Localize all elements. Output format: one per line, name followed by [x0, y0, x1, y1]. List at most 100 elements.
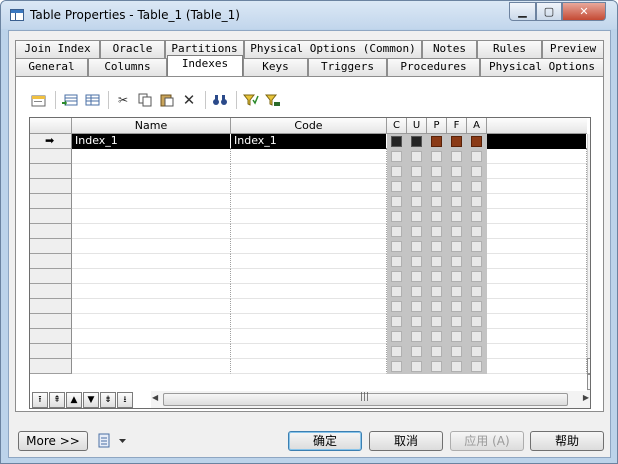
cell-name[interactable]: Index_1 — [72, 134, 231, 149]
checkbox-u[interactable] — [411, 331, 422, 342]
row-header[interactable] — [30, 299, 72, 314]
checkbox-u[interactable] — [411, 136, 422, 147]
row-header[interactable] — [30, 284, 72, 299]
checkbox-f[interactable] — [451, 316, 462, 327]
apply-button[interactable]: 应用 (A) — [450, 431, 524, 451]
checkbox-f[interactable] — [451, 346, 462, 357]
cell-name[interactable] — [72, 254, 231, 269]
cell-code[interactable] — [231, 299, 387, 314]
checkbox-u[interactable] — [411, 316, 422, 327]
row-header[interactable] — [30, 269, 72, 284]
row-header[interactable] — [30, 359, 72, 374]
cell-code[interactable] — [231, 269, 387, 284]
tab-preview[interactable]: Preview — [542, 40, 604, 58]
close-button[interactable]: ✕ — [562, 2, 606, 21]
cell-code[interactable] — [231, 224, 387, 239]
cell-code[interactable] — [231, 329, 387, 344]
cell-name[interactable] — [72, 239, 231, 254]
indexes-grid[interactable]: Name Code C U P F A ➡ Index_1Index_1 ▲ ≡ … — [29, 117, 591, 409]
checkbox-f[interactable] — [451, 331, 462, 342]
cell-code[interactable] — [231, 239, 387, 254]
maximize-button[interactable]: ▢ — [536, 2, 562, 21]
checkbox-u[interactable] — [411, 151, 422, 162]
checkbox-u[interactable] — [411, 361, 422, 372]
checkbox-c[interactable] — [391, 226, 402, 237]
cut-icon[interactable]: ✂ — [113, 90, 133, 110]
tab-oracle[interactable]: Oracle — [100, 40, 165, 58]
cell-name[interactable] — [72, 359, 231, 374]
row-header[interactable]: ➡ — [30, 134, 72, 149]
cell-name[interactable] — [72, 224, 231, 239]
checkbox-p[interactable] — [431, 271, 442, 282]
cell-code[interactable] — [231, 194, 387, 209]
checkbox-a[interactable] — [471, 136, 482, 147]
row-header[interactable] — [30, 194, 72, 209]
checkbox-u[interactable] — [411, 241, 422, 252]
checkbox-a[interactable] — [471, 361, 482, 372]
row-header[interactable] — [30, 164, 72, 179]
vertical-scrollbar[interactable]: ▲ ≡ ▼ — [587, 134, 590, 375]
checkbox-a[interactable] — [471, 196, 482, 207]
delete-icon[interactable]: ✕ — [179, 90, 199, 110]
row-header[interactable] — [30, 239, 72, 254]
minimize-button[interactable]: ▁ — [509, 2, 536, 21]
checkbox-u[interactable] — [411, 256, 422, 267]
checkbox-p[interactable] — [431, 166, 442, 177]
horizontal-scroll-thumb[interactable]: ||| — [163, 392, 568, 406]
row-header[interactable] — [30, 209, 72, 224]
horizontal-scrollbar[interactable]: ◀ ||| ▶ — [151, 391, 590, 408]
checkbox-u[interactable] — [411, 196, 422, 207]
cell-name[interactable] — [72, 149, 231, 164]
checkbox-c[interactable] — [391, 196, 402, 207]
checkbox-a[interactable] — [471, 286, 482, 297]
cell-code[interactable] — [231, 359, 387, 374]
nav-button-2-icon[interactable]: ▲ — [66, 392, 82, 408]
checkbox-f[interactable] — [451, 211, 462, 222]
checkbox-p[interactable] — [431, 241, 442, 252]
filter-icon[interactable] — [241, 90, 261, 110]
nav-button-1-icon[interactable]: ⇞ — [49, 392, 65, 408]
help-button[interactable]: 帮助 — [530, 431, 604, 451]
row-header[interactable] — [30, 314, 72, 329]
checkbox-f[interactable] — [451, 286, 462, 297]
checkbox-f[interactable] — [451, 226, 462, 237]
checkbox-p[interactable] — [431, 301, 442, 312]
checkbox-a[interactable] — [471, 256, 482, 267]
ok-button[interactable]: 确定 — [288, 431, 362, 451]
checkbox-a[interactable] — [471, 316, 482, 327]
checkbox-f[interactable] — [451, 361, 462, 372]
checkbox-p[interactable] — [431, 316, 442, 327]
checkbox-u[interactable] — [411, 346, 422, 357]
checkbox-p[interactable] — [431, 346, 442, 357]
tab-columns[interactable]: Columns — [88, 58, 167, 76]
checkbox-u[interactable] — [411, 271, 422, 282]
page-down-icon[interactable]: ⇓ — [587, 374, 590, 390]
more-button[interactable]: More >> — [18, 431, 88, 451]
checkbox-c[interactable] — [391, 346, 402, 357]
cell-name[interactable] — [72, 209, 231, 224]
checkbox-a[interactable] — [471, 271, 482, 282]
checkbox-a[interactable] — [471, 241, 482, 252]
row-header[interactable] — [30, 179, 72, 194]
checkbox-p[interactable] — [431, 226, 442, 237]
checkbox-p[interactable] — [431, 151, 442, 162]
checkbox-a[interactable] — [471, 211, 482, 222]
checkbox-a[interactable] — [471, 226, 482, 237]
checkbox-f[interactable] — [451, 196, 462, 207]
cell-code[interactable] — [231, 254, 387, 269]
cell-code[interactable] — [231, 314, 387, 329]
row-header[interactable] — [30, 224, 72, 239]
checkbox-p[interactable] — [431, 256, 442, 267]
row-header[interactable] — [30, 149, 72, 164]
cell-code[interactable] — [231, 209, 387, 224]
checkbox-c[interactable] — [391, 361, 402, 372]
checkbox-c[interactable] — [391, 331, 402, 342]
scroll-right-arrow-icon[interactable]: ▶ — [583, 393, 589, 402]
checkbox-f[interactable] — [451, 166, 462, 177]
tab-notes[interactable]: Notes — [422, 40, 477, 58]
row-header[interactable] — [30, 254, 72, 269]
nav-button-5-icon[interactable]: ⭳ — [117, 392, 133, 408]
nav-button-4-icon[interactable]: ⇟ — [100, 392, 116, 408]
column-header-code[interactable]: Code — [231, 118, 387, 134]
cell-name[interactable] — [72, 269, 231, 284]
